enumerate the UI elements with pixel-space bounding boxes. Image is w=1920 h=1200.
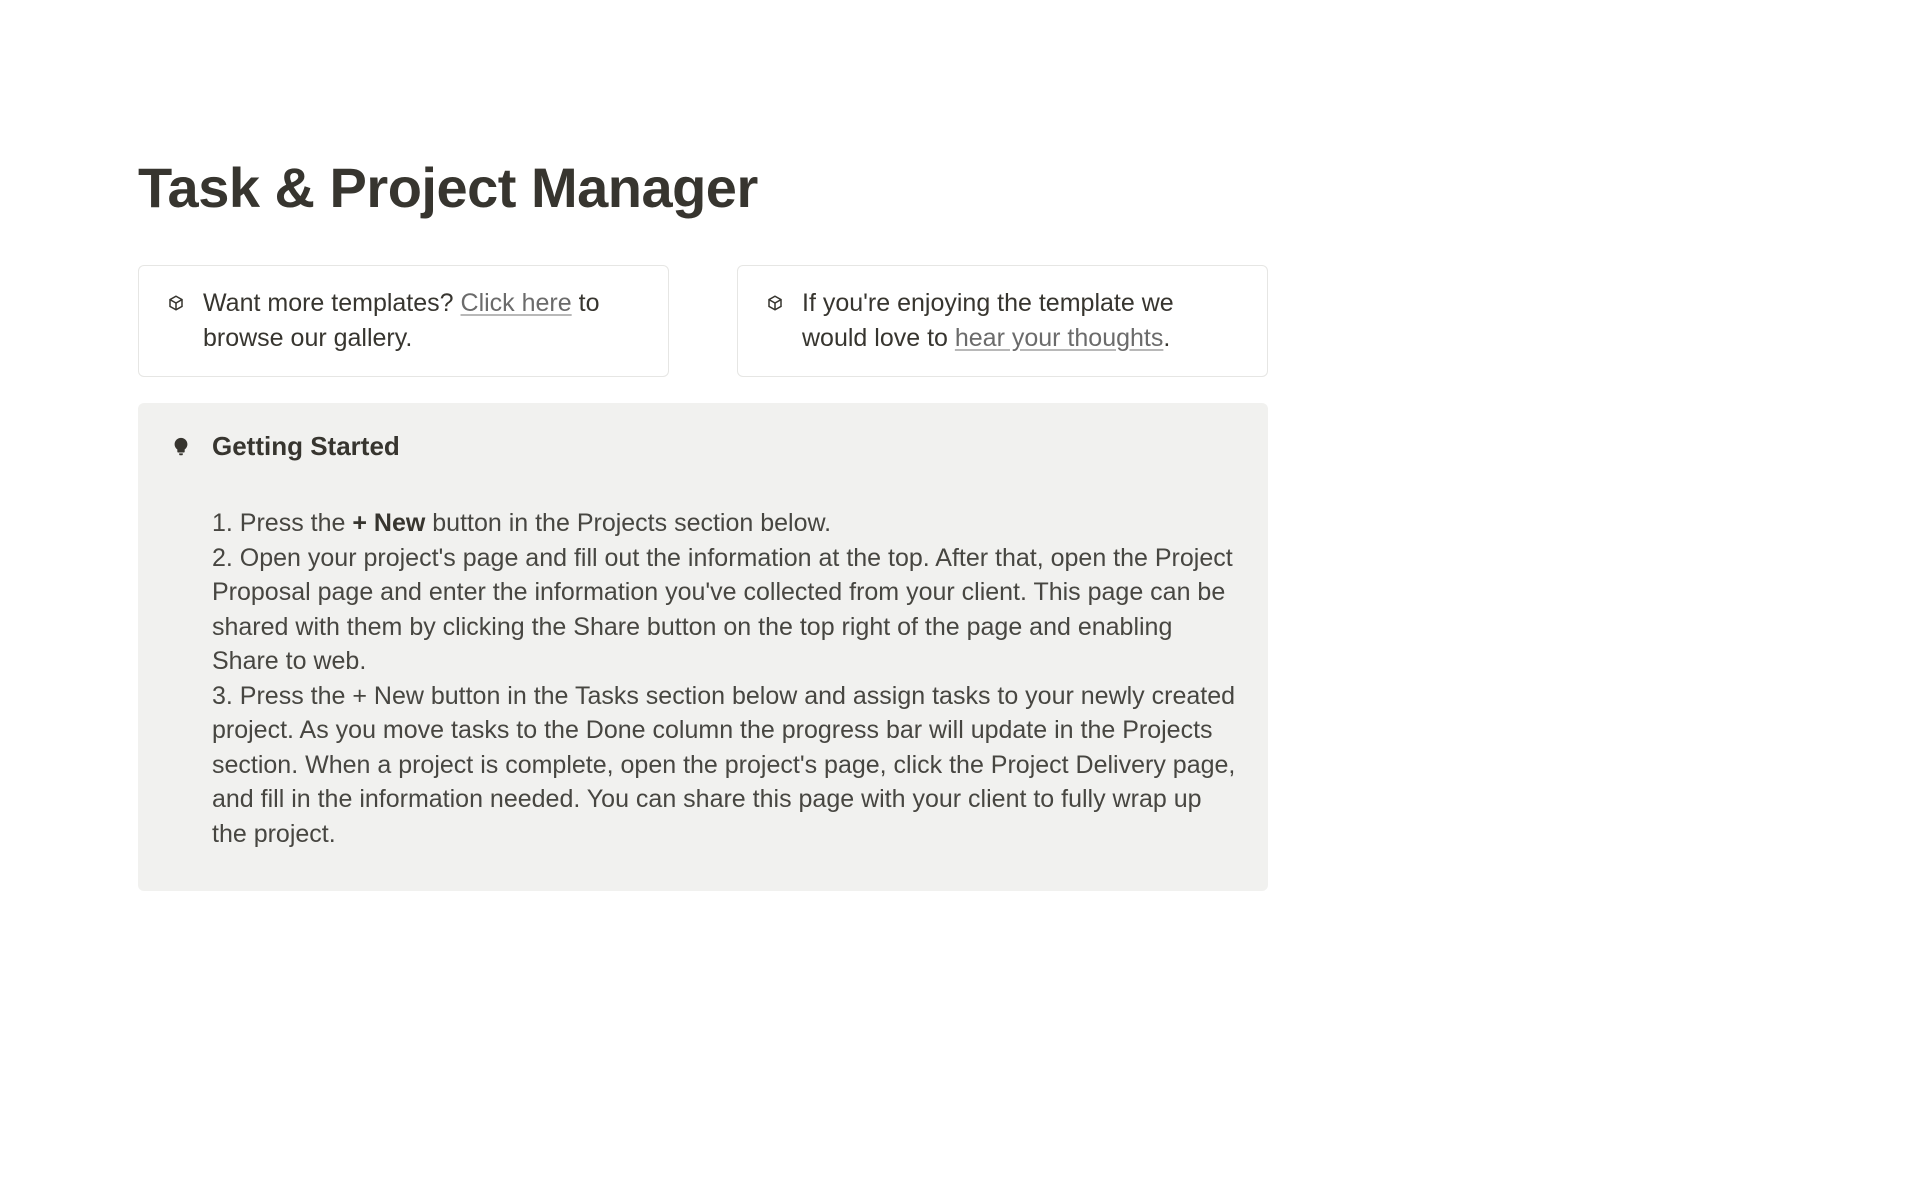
click-here-link[interactable]: Click here [461, 289, 572, 317]
step-1: 1. Press the + New button in the Project… [212, 506, 1236, 541]
feedback-card: If you're enjoying the template we would… [737, 265, 1268, 377]
info-cards-row: Want more templates? Click here to brows… [138, 265, 1268, 377]
step1-bold: + New [352, 509, 425, 537]
page-container: Task & Project Manager Want more templat… [138, 0, 1268, 891]
box-icon [766, 294, 784, 312]
page-title: Task & Project Manager [138, 155, 1268, 220]
hear-thoughts-link[interactable]: hear your thoughts [955, 324, 1163, 352]
box-icon [167, 294, 185, 312]
lightbulb-icon [170, 436, 192, 458]
step-3: 3. Press the + New button in the Tasks s… [212, 679, 1236, 852]
callout-title: Getting Started [212, 431, 400, 462]
step1-before: 1. Press the [212, 509, 352, 537]
templates-card-text: Want more templates? Click here to brows… [203, 286, 640, 356]
callout-body: 1. Press the + New button in the Project… [170, 506, 1236, 851]
step-2: 2. Open your project's page and fill out… [212, 541, 1236, 679]
feedback-card-text: If you're enjoying the template we would… [802, 286, 1239, 356]
templates-text-before: Want more templates? [203, 289, 461, 317]
templates-card: Want more templates? Click here to brows… [138, 265, 669, 377]
feedback-text-after: . [1163, 324, 1170, 352]
getting-started-callout: Getting Started 1. Press the + New butto… [138, 403, 1268, 891]
callout-header: Getting Started [170, 431, 1236, 462]
step1-after: button in the Projects section below. [425, 509, 831, 537]
